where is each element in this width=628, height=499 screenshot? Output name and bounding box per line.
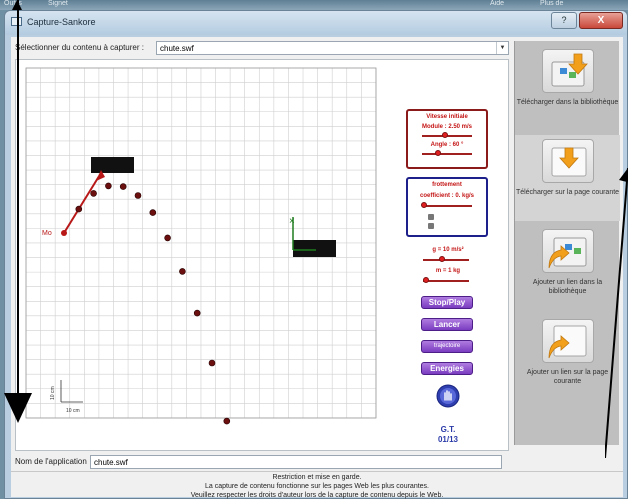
trajectory-point	[193, 309, 201, 317]
gravity-slider-track[interactable]	[423, 259, 469, 261]
app-name-input[interactable]	[90, 455, 502, 469]
app-name-row: Nom de l'application	[15, 455, 509, 469]
axis-origin-marker: ×	[289, 216, 295, 227]
scale-x-label: 10 cm	[66, 408, 80, 414]
trajectory-point	[75, 205, 83, 213]
content-selector-value: chute.swf	[160, 44, 194, 53]
app-name-label: Nom de l'application	[15, 457, 87, 466]
gravity-slider-knob[interactable]	[439, 256, 445, 262]
desktop-fragment: Aide	[490, 0, 505, 7]
footer-line: Restriction et mise en garde.	[272, 474, 362, 481]
friction-indicator	[428, 214, 434, 220]
author-date: 01/13	[437, 435, 459, 444]
cursor-guide-line-diagonal	[605, 168, 628, 458]
friction-slider-track[interactable]	[422, 205, 472, 207]
trajectory-point	[149, 209, 157, 216]
link-to-library-icon	[542, 229, 594, 273]
link-to-page-icon	[542, 319, 594, 363]
dialog-content: Sélectionner du contenu à capturer : chu…	[11, 37, 623, 499]
energies-button[interactable]: Energies	[421, 362, 473, 375]
title-bar[interactable]: Capture-Sankore ? X	[5, 11, 627, 35]
initial-velocity-title: Vitesse initiale	[426, 114, 468, 120]
angle-slider-knob[interactable]	[435, 150, 441, 156]
friction-coefficient-value: coefficient : 0. kg/s	[419, 193, 474, 199]
angle-value: Angle : 60 °	[430, 142, 464, 148]
trajectory-point	[208, 359, 216, 367]
download-to-library-icon	[542, 49, 594, 93]
initial-velocity-panel: Vitesse initiale Module : 2.50 m/s Angle…	[406, 109, 488, 169]
trajectory-point	[105, 182, 112, 190]
launch-point	[61, 230, 67, 236]
content-selector-dropdown[interactable]: chute.swf ▼	[156, 41, 509, 55]
desktop-background-strip: Outils Signet Aide Plus de	[0, 0, 628, 10]
help-button[interactable]: ?	[551, 12, 577, 29]
download-to-page-icon	[542, 139, 594, 183]
capture-dialog-window: Capture-Sankore ? X Sélectionner du cont…	[4, 10, 628, 499]
close-button[interactable]: X	[579, 12, 623, 29]
capture-actions-panel: Télécharger dans la bibliothèque Télécha…	[514, 41, 620, 445]
gravity-value: g = 10 m/s²	[432, 247, 464, 253]
velocity-slider-knob[interactable]	[442, 132, 448, 138]
desktop-fragment: Signet	[48, 0, 68, 7]
footer-notice: Restriction et mise en garde. La capture…	[11, 471, 623, 499]
launcher-block	[91, 157, 134, 173]
content-selector-row: Sélectionner du contenu à capturer : chu…	[15, 41, 509, 55]
chevron-down-icon[interactable]: ▼	[496, 42, 508, 54]
trajectory-point	[134, 192, 142, 199]
scale-y-label: 10 cm	[50, 386, 56, 400]
window-title: Capture-Sankore	[27, 17, 96, 27]
mass-value: m = 1 kg	[435, 268, 461, 274]
cursor-guide-line-vertical	[17, 0, 19, 393]
content-selector-label: Sélectionner du contenu à capturer :	[15, 43, 144, 52]
friction-indicator	[428, 223, 434, 229]
footer-line: La capture de contenu fonctionne sur les…	[204, 483, 429, 490]
trajectory-point	[90, 190, 97, 197]
friction-slider-knob[interactable]	[421, 202, 427, 208]
arrow-down-icon	[4, 393, 32, 423]
velocity-module-value: Module : 2.50 m/s	[421, 124, 472, 130]
hand-icon[interactable]	[435, 383, 461, 409]
angle-slider-track[interactable]	[422, 153, 472, 155]
mass-slider-knob[interactable]	[423, 277, 429, 283]
arrow-up-icon	[12, 0, 22, 10]
download-to-library-action[interactable]: Télécharger dans la bibliothèque	[515, 45, 620, 131]
flash-preview-area[interactable]: × Mo 10 cm 10 cm Vitesse initiale Module…	[15, 59, 509, 451]
friction-title: frottement	[432, 182, 462, 188]
author-initials: G.T.	[440, 425, 456, 434]
trajectory-point	[164, 234, 171, 242]
mass-slider-track[interactable]	[423, 280, 469, 282]
stop-play-button[interactable]: Stop/Play	[421, 296, 473, 309]
trajectory-point	[119, 183, 127, 190]
download-to-library-label: Télécharger dans la bibliothèque	[516, 99, 619, 106]
lancer-button[interactable]: Lancer	[421, 318, 473, 331]
target-block	[293, 240, 336, 257]
friction-panel: frottement coefficient : 0. kg/s	[406, 177, 488, 237]
trajectory-point	[179, 268, 186, 275]
trajectory-point	[223, 417, 231, 425]
footer-line: Veuillez respecter les droits d'auteur l…	[190, 492, 444, 499]
mass-label: Mo	[42, 230, 52, 237]
desktop-fragment: Plus de	[540, 0, 564, 7]
trajectoire-button[interactable]: trajectoire	[421, 340, 473, 353]
